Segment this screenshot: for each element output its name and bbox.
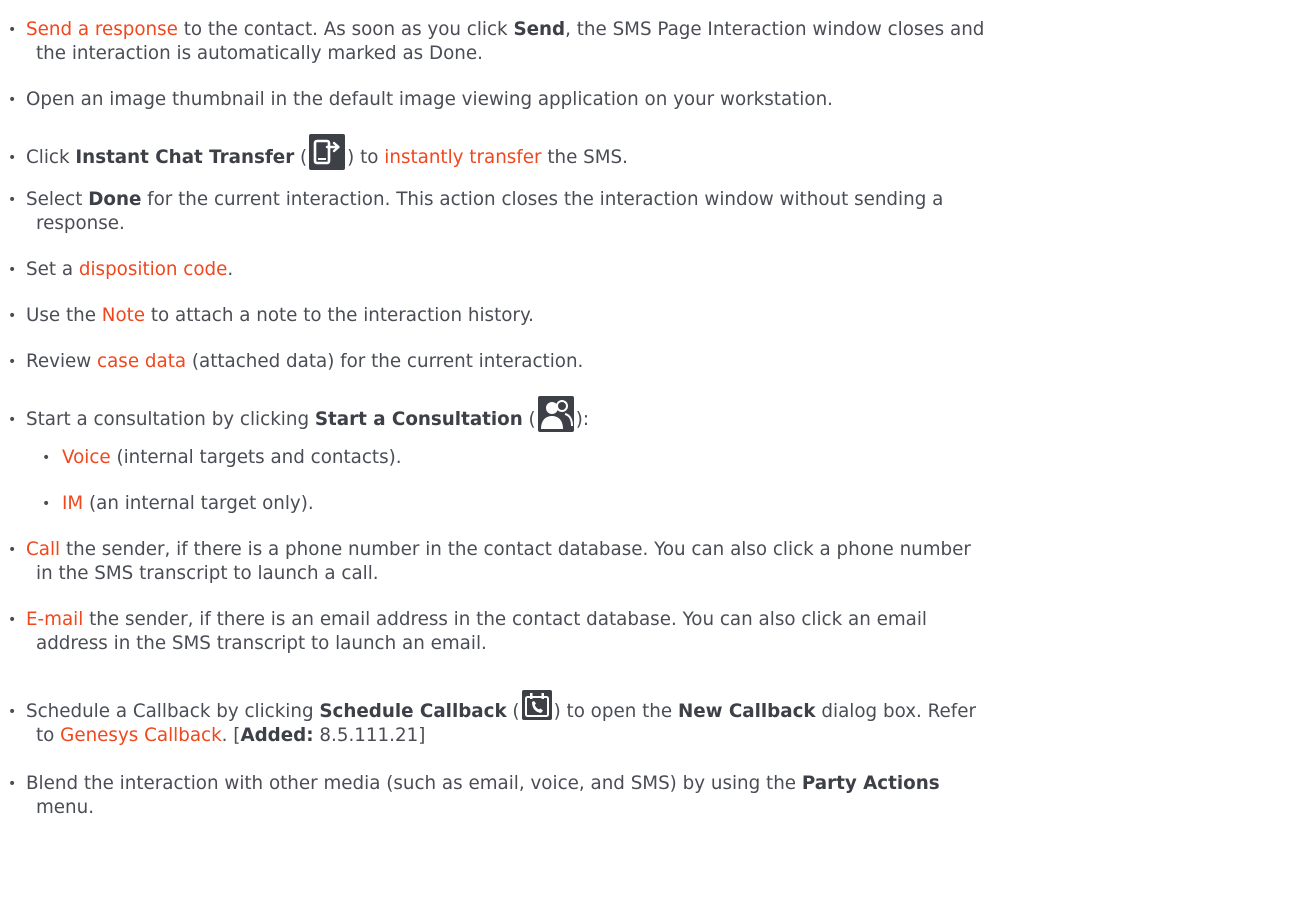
list-item-text: Review — [26, 351, 98, 372]
list-item-text: Click — [26, 147, 76, 168]
list-item-line: E-mail the sender, if there is an email … — [26, 608, 927, 632]
list-item-line: Use the Note to attach a note to the int… — [26, 304, 534, 328]
list-item-text: Open an image thumbnail in the default i… — [26, 89, 833, 110]
list-item-text: to — [36, 725, 61, 746]
list-item-text: ): — [575, 409, 589, 430]
voice-link[interactable]: Voice — [62, 447, 111, 468]
list-item: • Send a response to the contact. As soo… — [0, 18, 1300, 70]
bullet: • — [8, 192, 17, 208]
list-item-line: Start a consultation by clicking Start a… — [26, 396, 589, 444]
list-item-text: ) to open the — [553, 701, 678, 722]
list-item-text: Set a — [26, 259, 79, 280]
bullet: • — [8, 776, 17, 792]
bullet: • — [8, 92, 17, 108]
bullet: • — [8, 308, 17, 324]
document-body: • Send a response to the contact. As soo… — [0, 0, 1307, 905]
list-item-text: ( — [294, 147, 308, 168]
bullet: • — [8, 704, 17, 720]
list-item-text: to the contact. As soon as you click — [177, 19, 514, 40]
list-item: • Start a consultation by clicking Start… — [0, 396, 1300, 514]
list-item-text: ( — [522, 409, 536, 430]
list-item-text: the SMS. — [541, 147, 628, 168]
list-item-line: Send a response to the contact. As soon … — [26, 18, 984, 42]
done-label: Done — [88, 189, 142, 210]
list-item: • Schedule a Callback by clicking Schedu… — [0, 690, 1300, 752]
bullet: • — [8, 150, 17, 166]
bullet: • — [8, 542, 17, 558]
list-item-continuation: in the SMS transcript to launch a call. — [36, 563, 379, 584]
call-link[interactable]: Call — [26, 539, 60, 560]
list-item-text: Select — [26, 189, 89, 210]
list-item-text: Start a consultation by clicking — [26, 409, 315, 430]
list-item-line: Blend the interaction with other media (… — [26, 772, 940, 796]
list-item: • Click Instant Chat Transfer ( ) to inst… — [0, 134, 1300, 172]
bullet: • — [8, 354, 17, 370]
list-item-line: Review case data (attached data) for the… — [26, 350, 583, 374]
list-item-text: dialog box. Refer — [815, 701, 976, 722]
genesys-callback-link[interactable]: Genesys Callback — [60, 725, 222, 746]
version-text: 8.5.111.21] — [313, 725, 426, 746]
list-item-text: the sender, if there is a phone number i… — [60, 539, 971, 560]
list-item-text: , the SMS Page Interaction window closes… — [565, 19, 985, 40]
added-label: Added: — [240, 725, 314, 746]
party-actions-label: Party Actions — [801, 773, 940, 794]
list-item-continuation: to Genesys Callback. [Added: 8.5.111.21] — [36, 724, 425, 748]
list-item-text: the sender, if there is an email address… — [83, 609, 928, 630]
list-item-text: . [ — [221, 725, 241, 746]
bullet: • — [42, 496, 51, 512]
instant-chat-transfer-label: Instant Chat Transfer — [75, 147, 295, 168]
list-item: • Set a disposition code. — [0, 258, 1300, 284]
send-label: Send — [513, 19, 566, 40]
list-item-line: Voice (internal targets and contacts). — [62, 446, 402, 470]
list-item-text: Use the — [26, 305, 102, 326]
list-item: • Use the Note to attach a note to the i… — [0, 304, 1300, 330]
bullet: • — [42, 450, 51, 466]
list-item-line: Select Done for the current interaction.… — [26, 188, 943, 212]
list-item-text: Schedule a Callback by clicking — [26, 701, 320, 722]
list-item-continuation: the interaction is automatically marked … — [36, 43, 483, 64]
sub-list-item: • Voice (internal targets and contacts). — [0, 446, 1300, 472]
send-response-link[interactable]: Send a response — [26, 19, 178, 40]
list-item-text: (attached data) for the current interact… — [186, 351, 584, 372]
list-item-text: . — [227, 259, 234, 280]
list-item-continuation: response. — [36, 213, 125, 234]
start-consultation-label: Start a Consultation — [314, 409, 523, 430]
bullet: • — [8, 412, 17, 428]
list-item: • Review case data (attached data) for t… — [0, 350, 1300, 376]
list-item: • E-mail the sender, if there is an emai… — [0, 608, 1300, 660]
bullet: • — [8, 612, 17, 628]
bullet: • — [8, 262, 17, 278]
list-item-line: IM (an internal target only). — [62, 492, 314, 516]
list-item-text: for the current interaction. This action… — [141, 189, 944, 210]
list-item: • Open an image thumbnail in the default… — [0, 88, 1300, 114]
list-item-text: (internal targets and contacts). — [110, 447, 402, 468]
transfer-icon — [309, 134, 346, 170]
new-callback-label: New Callback — [677, 701, 816, 722]
im-link[interactable]: IM — [62, 493, 83, 514]
note-link[interactable]: Note — [102, 305, 145, 326]
list-item-continuation: address in the SMS transcript to launch … — [36, 633, 487, 654]
case-data-link[interactable]: case data — [97, 351, 186, 372]
consultation-icon — [537, 396, 574, 432]
sub-list-item: • IM (an internal target only). — [0, 492, 1300, 518]
list-item-text: Blend the interaction with other media (… — [26, 773, 802, 794]
list-item-text: (an internal target only). — [83, 493, 314, 514]
disposition-code-link[interactable]: disposition code — [79, 259, 228, 280]
list-item-continuation: menu. — [36, 797, 95, 818]
list-item-text: ( — [506, 701, 520, 722]
list-item-line: Call the sender, if there is a phone num… — [26, 538, 971, 562]
instantly-transfer-link[interactable]: instantly transfer — [384, 147, 541, 168]
list-item: • Select Done for the current interactio… — [0, 188, 1300, 240]
list-item-text: ) to — [347, 147, 385, 168]
list-item-line: Set a disposition code. — [26, 258, 233, 282]
email-link[interactable]: E-mail — [26, 609, 83, 630]
list-item: • Call the sender, if there is a phone n… — [0, 538, 1300, 590]
bullet: • — [8, 22, 17, 38]
list-item-line: Click Instant Chat Transfer ( ) to instan… — [26, 134, 628, 182]
schedule-callback-icon — [521, 690, 552, 720]
schedule-callback-label: Schedule Callback — [319, 701, 507, 722]
list-item: • Blend the interaction with other media… — [0, 772, 1300, 824]
list-item-text: to attach a note to the interaction hist… — [145, 305, 534, 326]
